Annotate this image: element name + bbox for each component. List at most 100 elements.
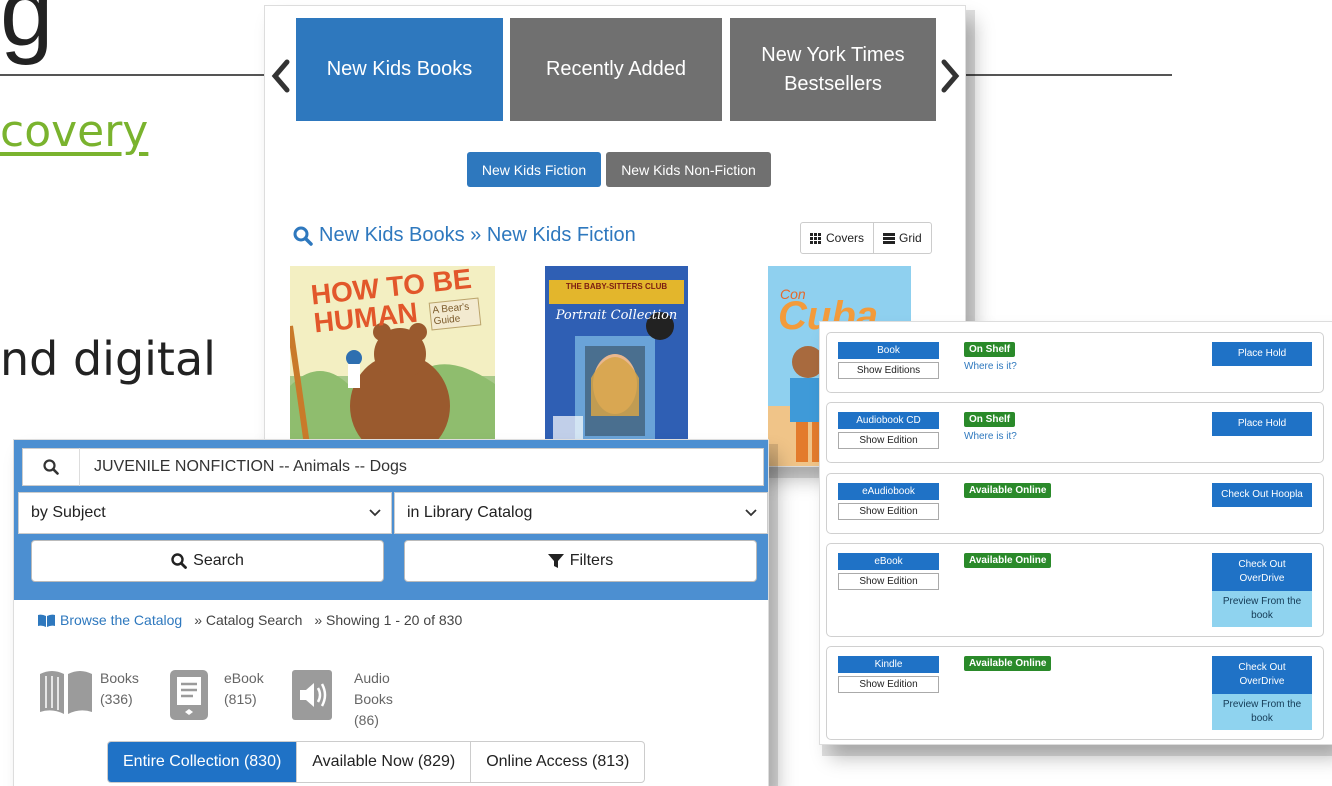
scope-entire-collection[interactable]: Entire Collection (830) (108, 742, 297, 782)
scope-online-access[interactable]: Online Access (813) (470, 742, 644, 782)
book-cover-babysitters-club[interactable]: THE BABY-SITTERS CLUB Portrait Collectio… (545, 266, 688, 466)
breadcrumb: Browse the Catalog » Catalog Search » Sh… (38, 612, 462, 628)
show-editions-button[interactable]: Show Editions (838, 362, 939, 379)
status-badge: Available Online (964, 483, 1052, 498)
screenshot-stage: g covery nd digital New Kids Books Recen… (0, 0, 1332, 786)
availability-row-ebook: eBook Show Edition Available Online Chec… (826, 543, 1324, 637)
view-grid-label: Grid (899, 231, 922, 245)
search-input[interactable]: JUVENILE NONFICTION -- Animals -- Dogs (94, 458, 407, 476)
availability-panel: Book Show Editions On Shelf Where is it?… (820, 322, 1332, 744)
view-toggle: Covers Grid (800, 222, 932, 254)
chevron-left-icon (271, 59, 290, 93)
search-by-select[interactable]: by Subject (18, 492, 392, 534)
facet-books[interactable]: Books (336) (38, 668, 139, 718)
tab-new-kids-books[interactable]: New Kids Books (296, 18, 503, 121)
view-covers-button[interactable]: Covers (801, 223, 873, 253)
facet-ebook-count: (815) (224, 691, 257, 707)
search-query-box[interactable]: JUVENILE NONFICTION -- Animals -- Dogs (22, 448, 764, 486)
search-divider (79, 448, 80, 486)
facet-books-count: (336) (100, 691, 133, 707)
scope-available-now[interactable]: Available Now (829) (296, 742, 470, 782)
format-kindle-button[interactable]: Kindle (838, 656, 939, 673)
search-button[interactable]: Search (31, 540, 384, 582)
search-button-label: Search (193, 552, 244, 569)
check-out-hoopla-button[interactable]: Check Out Hoopla (1212, 483, 1312, 507)
tab-recently-added[interactable]: Recently Added (510, 18, 722, 121)
cover-subtitle: Portrait Collection (555, 308, 678, 323)
carousel-next-button[interactable] (940, 58, 964, 94)
tab-nyt-bestsellers[interactable]: New York Times Bestsellers (730, 18, 936, 121)
show-edition-button[interactable]: Show Edition (838, 573, 939, 590)
filter-icon (547, 554, 564, 568)
search-by-value: by Subject (31, 504, 106, 521)
chevron-right-icon (941, 59, 960, 93)
cover-title: THE BABY-SITTERS CLUB (565, 282, 668, 291)
filters-button[interactable]: Filters (404, 540, 757, 582)
list-icon (883, 232, 896, 244)
carousel-heading: New Kids Books » New Kids Fiction (293, 224, 636, 247)
slide-divider-left (0, 74, 268, 76)
book-open-icon (38, 614, 55, 627)
subtab-new-kids-fiction[interactable]: New Kids Fiction (467, 152, 601, 187)
filters-button-label: Filters (569, 552, 614, 569)
check-out-overdrive-button[interactable]: Check Out OverDrive (1212, 553, 1312, 591)
show-edition-button[interactable]: Show Edition (838, 503, 939, 520)
breadcrumb-browse-label: Browse the Catalog (60, 612, 183, 628)
facet-ebook-label: eBook (224, 670, 264, 686)
place-hold-button[interactable]: Place Hold (1212, 342, 1312, 366)
breadcrumb-browse-catalog[interactable]: Browse the Catalog (38, 612, 182, 628)
cover-art (545, 266, 688, 466)
facet-audiobooks-label-2: Books (354, 691, 393, 707)
view-covers-label: Covers (826, 231, 865, 245)
search-icon (171, 553, 188, 569)
place-hold-button[interactable]: Place Hold (1212, 412, 1312, 436)
format-ebook-button[interactable]: eBook (838, 553, 939, 570)
availability-row-kindle: Kindle Show Edition Available Online Che… (826, 646, 1324, 740)
slide-heading-fragment: g (0, 0, 54, 66)
where-is-it-link[interactable]: Where is it? (964, 431, 1017, 442)
cover-subtitle: A Bear's Guide (428, 297, 482, 331)
slide-text-fragment: nd digital (0, 332, 216, 386)
search-scope-select[interactable]: in Library Catalog (394, 492, 768, 534)
format-audiobook-cd-button[interactable]: Audiobook CD (838, 412, 939, 429)
format-eaudiobook-button[interactable]: eAudiobook (838, 483, 939, 500)
preview-from-book-button[interactable]: Preview From the book (1212, 694, 1312, 730)
availability-row-eaudiobook: eAudiobook Show Edition Available Online… (826, 473, 1324, 534)
facet-books-label: Books (100, 670, 139, 686)
facet-ebook[interactable]: eBook (815) (168, 668, 264, 722)
view-grid-button[interactable]: Grid (873, 223, 931, 253)
grid-icon (810, 232, 821, 244)
book-cover-how-to-be-human[interactable]: HOW TO BE HUMAN A Bear's Guide (290, 266, 495, 466)
check-out-overdrive-button[interactable]: Check Out OverDrive (1212, 656, 1312, 694)
facet-audiobooks-label-1: Audio (354, 670, 390, 686)
status-badge: Available Online (964, 656, 1052, 671)
slide-link-fragment[interactable]: covery (0, 106, 148, 157)
format-book-button[interactable]: Book (838, 342, 939, 359)
carousel-heading-text[interactable]: New Kids Books » New Kids Fiction (319, 224, 636, 247)
book-open-icon (40, 671, 92, 714)
facet-audiobooks-count: (86) (354, 712, 379, 728)
show-edition-button[interactable]: Show Edition (838, 432, 939, 449)
slide-divider-right (964, 74, 1172, 76)
availability-scope-toggle: Entire Collection (830) Available Now (8… (107, 741, 646, 783)
search-icon (23, 459, 79, 475)
search-icon (293, 226, 313, 246)
status-badge: On Shelf (964, 342, 1016, 357)
chevron-down-icon (369, 509, 381, 517)
chevron-down-icon (745, 509, 757, 517)
breadcrumb-showing: » Showing 1 - 20 of 830 (314, 612, 463, 628)
carousel-prev-button[interactable] (269, 58, 293, 94)
availability-row-book: Book Show Editions On Shelf Where is it?… (826, 332, 1324, 393)
audiobook-icon (292, 670, 332, 720)
show-edition-button[interactable]: Show Edition (838, 676, 939, 693)
where-is-it-link[interactable]: Where is it? (964, 361, 1017, 372)
facet-audiobooks[interactable]: Audio Books (86) (290, 668, 393, 731)
search-scope-value: in Library Catalog (407, 504, 533, 521)
availability-row-audiobook-cd: Audiobook CD Show Edition On Shelf Where… (826, 402, 1324, 463)
status-badge: Available Online (964, 553, 1052, 568)
ebook-reader-icon (170, 670, 208, 720)
catalog-search-panel: JUVENILE NONFICTION -- Animals -- Dogs b… (14, 440, 768, 786)
subtab-new-kids-nonfiction[interactable]: New Kids Non-Fiction (606, 152, 771, 187)
search-bar: JUVENILE NONFICTION -- Animals -- Dogs b… (14, 440, 768, 600)
preview-from-book-button[interactable]: Preview From the book (1212, 591, 1312, 627)
